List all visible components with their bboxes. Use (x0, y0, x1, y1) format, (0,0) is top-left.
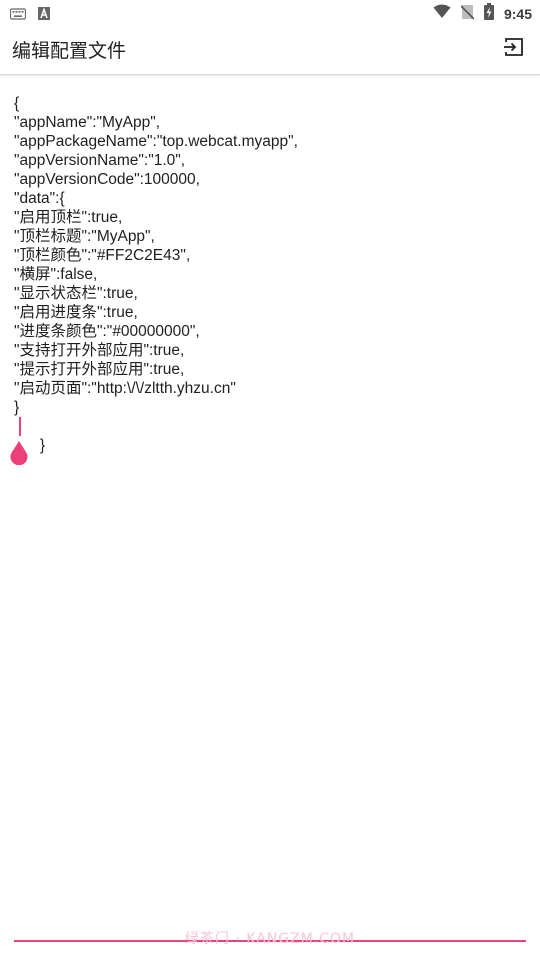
screen: 9:45 编辑配置文件 { "appName":"MyApp", "appPac… (0, 0, 540, 960)
status-right-icons: 9:45 (433, 3, 532, 24)
text-caret (19, 417, 21, 436)
watermark: 绿茶门 · KANGZM.COM (184, 931, 356, 947)
code-line: "显示状态栏":true, (14, 285, 138, 302)
code-line: "appName":"MyApp", (14, 114, 161, 131)
config-text-editor[interactable]: { "appName":"MyApp", "appPackageName":"t… (14, 94, 524, 454)
code-line: "提示打开外部应用":true, (14, 361, 185, 378)
code-line: } (14, 399, 20, 416)
code-line: "启用顶栏":true, (14, 209, 123, 226)
code-line: "data":{ (14, 190, 65, 207)
code-line-text: } (39, 437, 46, 454)
code-line: "支持打开外部应用":true, (14, 342, 185, 359)
status-time: 9:45 (503, 5, 532, 22)
code-line: "横屏":false, (14, 266, 98, 283)
code-line-with-cursor: } (14, 417, 524, 454)
no-sim-icon (460, 4, 475, 24)
code-line: "启用进度条":true, (14, 304, 138, 321)
code-line: "appVersionCode":100000, (14, 171, 200, 188)
code-line: "进度条颜色":"#00000000", (14, 323, 200, 340)
save-exit-button[interactable] (500, 35, 528, 63)
exit-to-app-icon (503, 36, 525, 62)
status-bar: 9:45 (0, 0, 540, 24)
code-line: "启动页面":"http:\/\/zltth.yhzu.cn" (14, 380, 236, 397)
code-line: "appPackageName":"top.webcat.myapp", (14, 133, 298, 150)
wifi-icon (433, 4, 451, 23)
page-title: 编辑配置文件 (12, 40, 127, 62)
code-line: { (14, 95, 20, 112)
keyboard-icon (9, 5, 27, 24)
code-line: "顶栏颜色":"#FF2C2E43", (14, 247, 191, 264)
code-line: "顶栏标题":"MyApp", (14, 228, 155, 245)
code-line: "appVersionName":"1.0", (14, 152, 186, 169)
app-bar: 编辑配置文件 (0, 24, 540, 75)
font-a-icon (38, 5, 50, 24)
battery-charging-icon (483, 3, 494, 24)
caret-drag-handle[interactable] (9, 441, 29, 466)
status-left-icons (9, 5, 50, 24)
